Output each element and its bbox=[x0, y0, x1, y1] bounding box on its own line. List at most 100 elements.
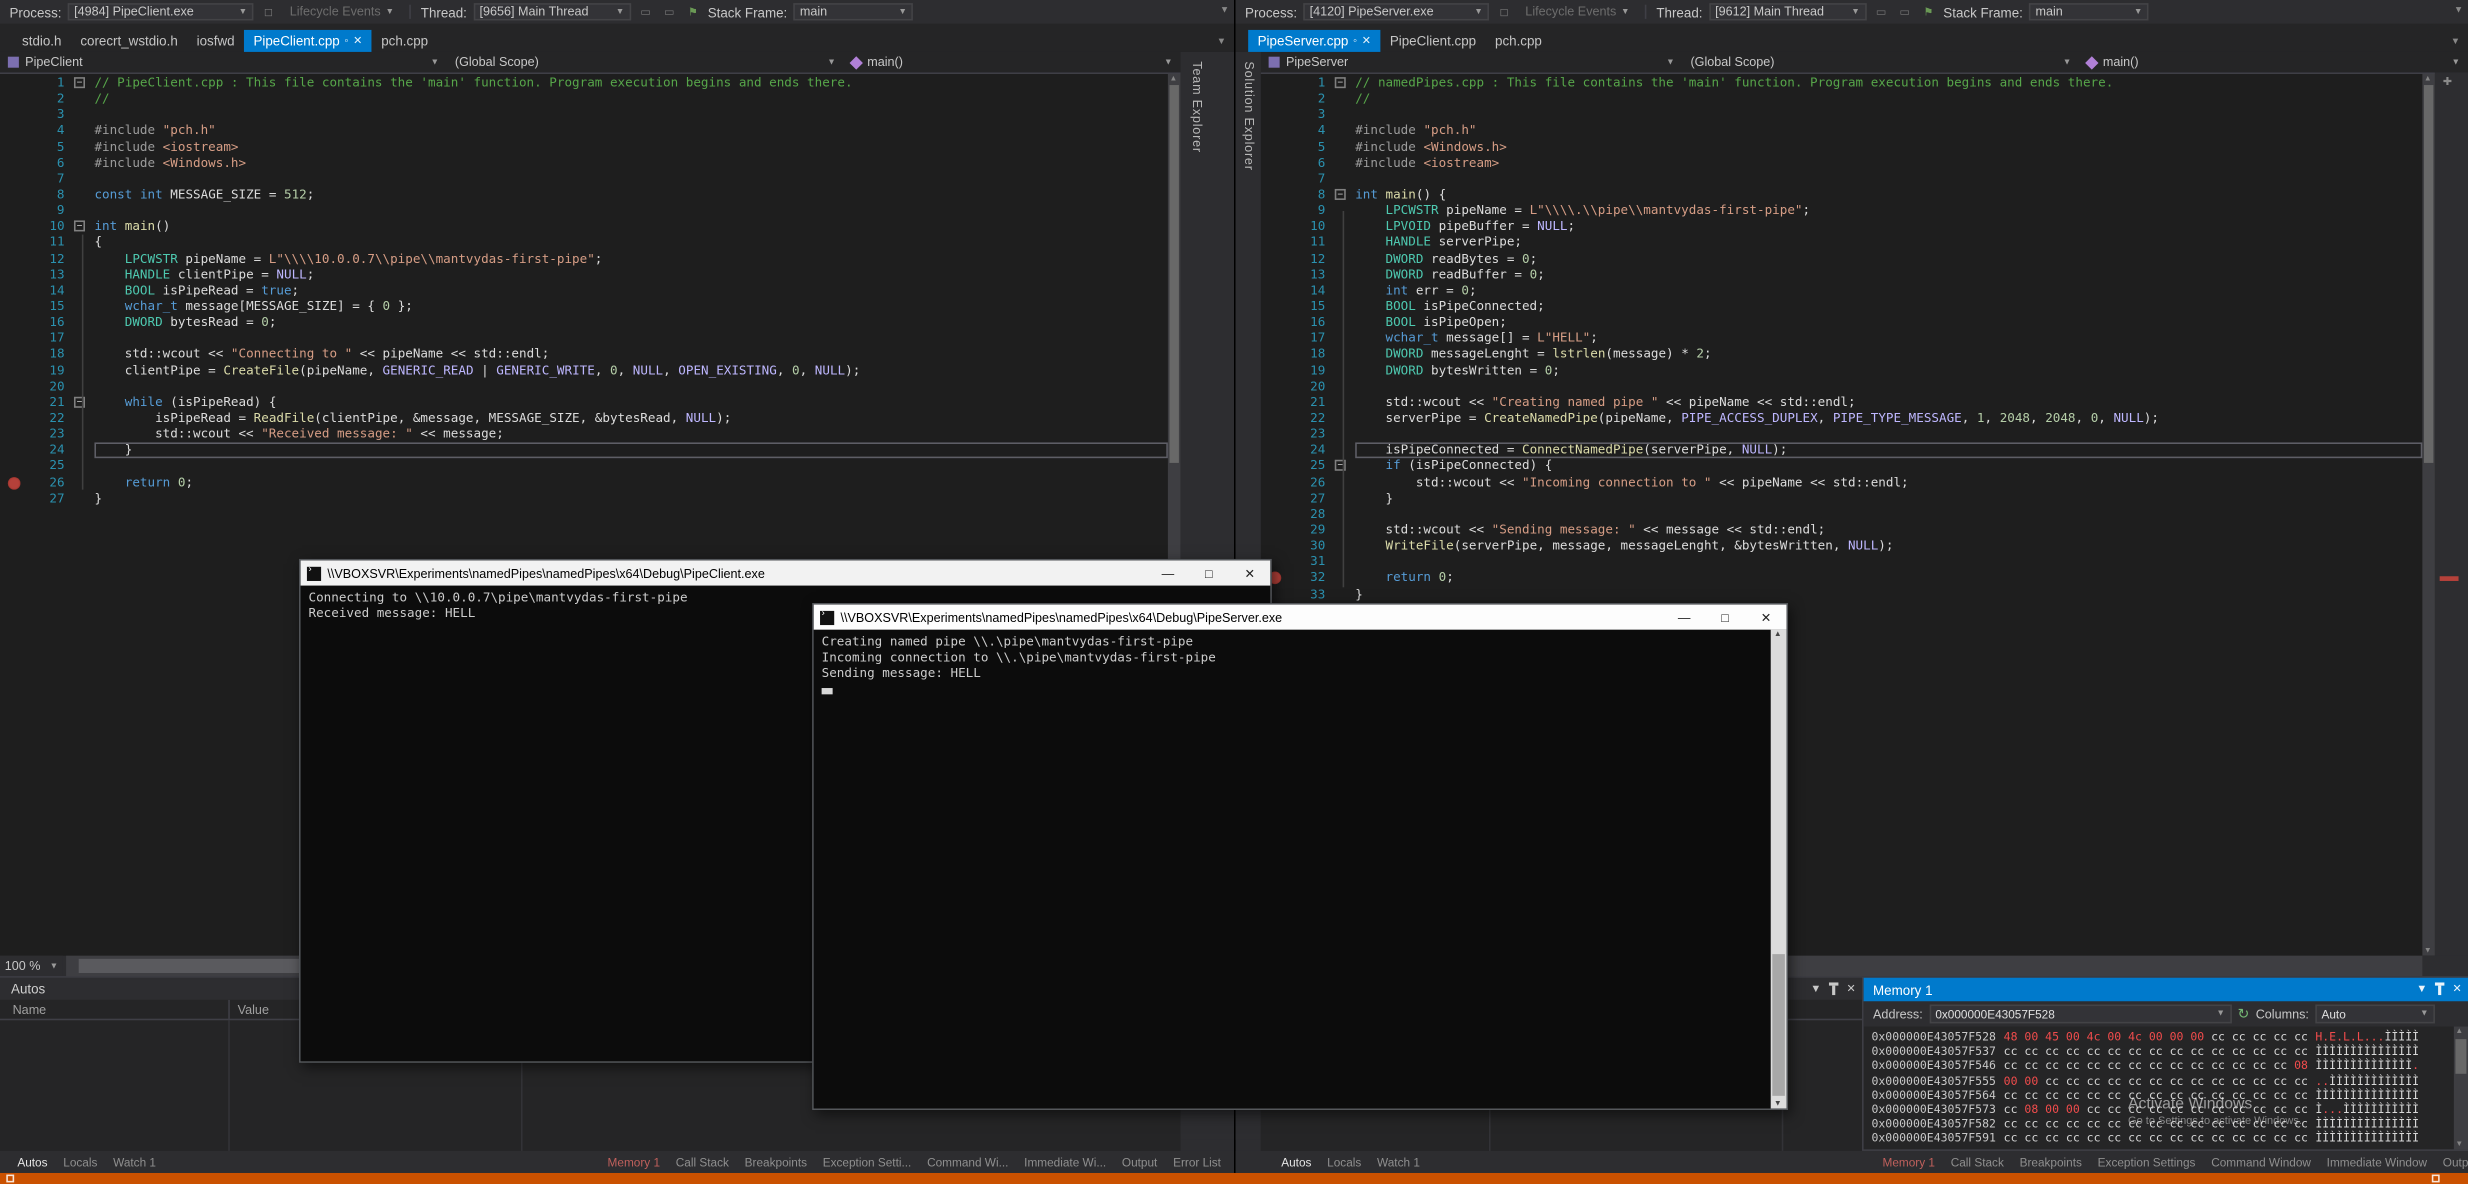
breakpoint-margin[interactable] bbox=[1261, 155, 1289, 171]
scroll-down-icon[interactable]: ▼ bbox=[2424, 946, 2432, 955]
tab-list-icon[interactable]: ▼ bbox=[2451, 38, 2460, 47]
breakpoint-margin[interactable] bbox=[1261, 76, 1289, 92]
fold-margin[interactable] bbox=[69, 203, 94, 219]
breakpoint-margin[interactable] bbox=[1261, 315, 1289, 331]
close-icon[interactable]: ✕ bbox=[1846, 982, 1855, 995]
breakpoint-margin[interactable] bbox=[1261, 171, 1289, 187]
panel-tab[interactable]: Breakpoints bbox=[737, 1155, 815, 1169]
thread-dropdown[interactable]: [9656] Main Thread▼ bbox=[473, 3, 630, 20]
pin-tab-icon[interactable]: ◦ bbox=[344, 35, 348, 46]
fold-margin[interactable]: − bbox=[1330, 76, 1355, 92]
process-dropdown[interactable]: [4984] PipeClient.exe▼ bbox=[68, 3, 254, 20]
panel-tab[interactable]: Locals bbox=[1319, 1155, 1369, 1169]
breakpoint-margin[interactable] bbox=[0, 235, 28, 251]
snapshot-icon[interactable]: ◻ bbox=[1495, 3, 1512, 20]
document-tab[interactable]: pch.cpp bbox=[1486, 30, 1552, 52]
breakpoint-margin[interactable] bbox=[1261, 139, 1289, 155]
breakpoint-margin[interactable] bbox=[1261, 379, 1289, 395]
close-button[interactable]: ✕ bbox=[1229, 566, 1270, 580]
breakpoint-icon[interactable] bbox=[8, 476, 21, 489]
document-tab[interactable]: PipeServer.cpp◦✕ bbox=[1248, 30, 1380, 52]
breakpoint-margin[interactable] bbox=[1261, 395, 1289, 411]
process-dropdown[interactable]: [4120] PipeServer.exe▼ bbox=[1303, 3, 1489, 20]
breakpoint-margin[interactable] bbox=[1261, 507, 1289, 523]
breakpoint-margin[interactable] bbox=[0, 331, 28, 347]
zoom-control[interactable]: 100 %▼ bbox=[0, 956, 63, 976]
member-dropdown[interactable]: main() ▼ bbox=[844, 52, 1181, 72]
breakpoint-margin[interactable] bbox=[1261, 219, 1289, 235]
show-threads-flag-icon[interactable]: ⚑ bbox=[1920, 3, 1937, 20]
minimize-button[interactable]: — bbox=[1147, 566, 1188, 580]
close-tab-icon[interactable]: ✕ bbox=[1362, 35, 1371, 48]
scroll-up-icon[interactable]: ▲ bbox=[2424, 74, 2432, 83]
close-tab-icon[interactable]: ✕ bbox=[353, 35, 362, 48]
scroll-up-icon[interactable]: ▲ bbox=[1774, 630, 1782, 639]
breakpoint-margin[interactable] bbox=[1261, 427, 1289, 443]
toolbar-overflow-icon[interactable]: ▼ bbox=[1220, 6, 1229, 15]
toolbar-overflow-icon[interactable]: ▼ bbox=[2454, 6, 2463, 15]
breakpoint-margin[interactable] bbox=[0, 155, 28, 171]
pin-icon[interactable] bbox=[1829, 982, 1838, 996]
breakpoint-margin[interactable] bbox=[1261, 92, 1289, 108]
window-position-icon[interactable]: ▼ bbox=[1810, 983, 1821, 994]
scroll-down-icon[interactable]: ▼ bbox=[2455, 1140, 2463, 1149]
breakpoint-margin[interactable] bbox=[0, 379, 28, 395]
maximize-button[interactable]: □ bbox=[1705, 610, 1746, 624]
snapshot-icon[interactable]: ◻ bbox=[260, 3, 277, 20]
panel-tab[interactable]: Autos bbox=[1273, 1155, 1319, 1169]
panel-tab[interactable]: Output bbox=[1114, 1155, 1165, 1169]
fold-margin[interactable] bbox=[69, 187, 94, 203]
breakpoint-margin[interactable] bbox=[1261, 475, 1289, 491]
console-titlebar[interactable]: \\VBOXSVR\Experiments\namedPipes\namedPi… bbox=[814, 605, 1787, 630]
thread-dropdown[interactable]: [9612] Main Thread▼ bbox=[1709, 3, 1866, 20]
panel-tab[interactable]: Memory 1 bbox=[1875, 1155, 1943, 1169]
fold-margin[interactable] bbox=[1330, 139, 1355, 155]
document-tab[interactable]: PipeClient.cpp bbox=[1380, 30, 1485, 52]
panel-tab[interactable]: Breakpoints bbox=[2012, 1155, 2090, 1169]
breakpoint-margin[interactable] bbox=[1261, 443, 1289, 459]
fold-collapse-icon[interactable]: − bbox=[74, 221, 85, 232]
panel-tab[interactable]: Autos bbox=[9, 1155, 55, 1169]
fold-collapse-icon[interactable]: − bbox=[1335, 77, 1346, 88]
member-dropdown[interactable]: main() ▼ bbox=[2079, 52, 2468, 72]
scrollbar-thumb[interactable] bbox=[2455, 1039, 2466, 1074]
breakpoint-margin[interactable] bbox=[0, 171, 28, 187]
solution-explorer-tab[interactable]: Solution Explorer bbox=[1242, 61, 1256, 170]
name-column-header[interactable]: Name bbox=[0, 1002, 228, 1016]
fold-margin[interactable] bbox=[1330, 108, 1355, 124]
resume-thread-icon[interactable]: ▭ bbox=[1896, 3, 1913, 20]
annotation-options-icon[interactable]: ✚ bbox=[2443, 76, 2452, 89]
breakpoint-margin[interactable] bbox=[0, 491, 28, 507]
scroll-down-icon[interactable]: ▼ bbox=[1774, 1099, 1782, 1108]
panel-tab[interactable]: Immediate Wi... bbox=[1016, 1155, 1114, 1169]
breakpoint-margin[interactable] bbox=[1261, 187, 1289, 203]
fold-margin[interactable] bbox=[1330, 92, 1355, 108]
scrollbar-thumb[interactable] bbox=[2424, 85, 2433, 463]
breakpoint-margin[interactable] bbox=[1261, 523, 1289, 539]
breakpoint-margin[interactable] bbox=[0, 363, 28, 379]
lifecycle-events-dropdown[interactable]: Lifecycle Events▼ bbox=[1519, 3, 1636, 20]
breakpoint-margin[interactable] bbox=[1261, 267, 1289, 283]
panel-tab[interactable]: Memory 1 bbox=[600, 1155, 668, 1169]
breakpoint-margin[interactable] bbox=[0, 459, 28, 475]
memory-grid[interactable]: 0x000000E43057F52848 00 45 00 4c 00 4c 0… bbox=[1864, 1027, 2454, 1150]
resume-thread-icon[interactable]: ▭ bbox=[661, 3, 678, 20]
panel-tab[interactable]: Exception Settings bbox=[2090, 1155, 2204, 1169]
breakpoint-margin[interactable] bbox=[0, 299, 28, 315]
breakpoint-margin[interactable] bbox=[0, 123, 28, 139]
address-input[interactable]: 0x000000E43057F528▼ bbox=[1929, 1005, 2231, 1024]
fold-margin[interactable] bbox=[69, 491, 94, 507]
breakpoint-margin[interactable] bbox=[1261, 108, 1289, 124]
breakpoint-margin[interactable] bbox=[0, 395, 28, 411]
breakpoint-margin[interactable] bbox=[0, 411, 28, 427]
document-tab[interactable]: corecrt_wstdio.h bbox=[71, 30, 187, 52]
close-icon[interactable]: ✕ bbox=[2452, 982, 2461, 995]
breakpoint-margin[interactable] bbox=[0, 203, 28, 219]
status-icon-left[interactable] bbox=[6, 1175, 14, 1183]
fold-margin[interactable] bbox=[1330, 123, 1355, 139]
minimize-button[interactable]: — bbox=[1664, 610, 1705, 624]
fold-margin[interactable] bbox=[1330, 171, 1355, 187]
refresh-icon[interactable]: ↻ bbox=[2238, 1005, 2250, 1022]
breakpoint-margin[interactable] bbox=[0, 187, 28, 203]
breakpoint-margin[interactable] bbox=[1261, 459, 1289, 475]
